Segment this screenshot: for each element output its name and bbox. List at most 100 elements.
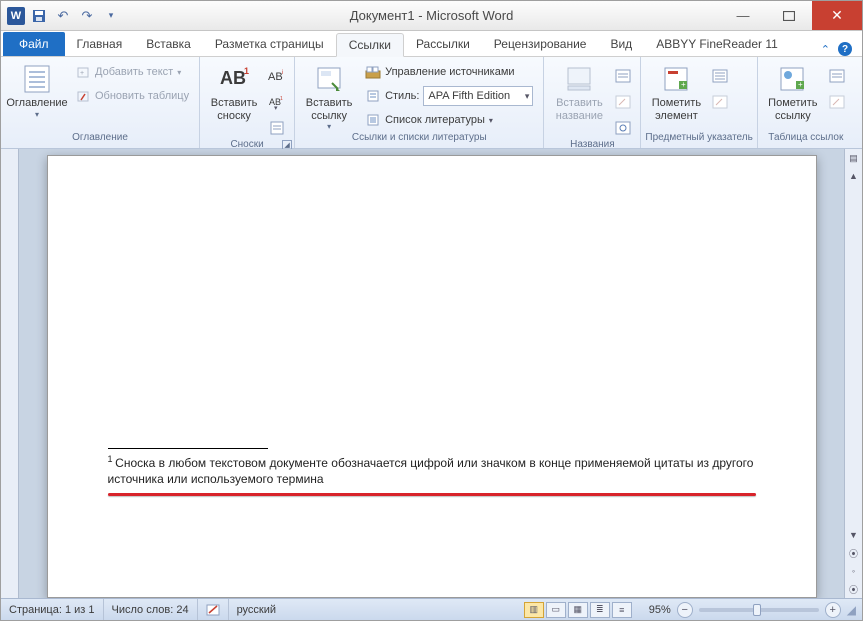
- tab-insert[interactable]: Вставка: [134, 32, 203, 56]
- bibliography-icon: [365, 112, 381, 128]
- svg-text:1: 1: [280, 96, 283, 102]
- insert-index-button[interactable]: [709, 65, 731, 87]
- tab-review[interactable]: Рецензирование: [482, 32, 599, 56]
- close-button[interactable]: ✕: [812, 1, 862, 30]
- insert-caption-button[interactable]: Вставить название: [550, 61, 608, 122]
- tab-view[interactable]: Вид: [598, 32, 644, 56]
- update-table-button[interactable]: Обновить таблицу: [71, 85, 193, 107]
- citation-style-combo[interactable]: APA Fifth Edition: [423, 86, 533, 106]
- undo-icon[interactable]: ↶: [53, 6, 73, 26]
- dropdown-arrow-icon: ▾: [327, 122, 331, 131]
- manage-sources-button[interactable]: Управление источниками: [361, 61, 537, 83]
- ribbon-tabs: Файл Главная Вставка Разметка страницы С…: [1, 31, 862, 57]
- scroll-down-icon[interactable]: ▼: [845, 526, 862, 544]
- ruler-toggle-icon[interactable]: ▤: [845, 149, 862, 167]
- status-word-count[interactable]: Число слов: 24: [104, 599, 198, 620]
- toc-icon: [21, 63, 53, 95]
- view-draft[interactable]: ≡: [612, 602, 632, 618]
- tab-file[interactable]: Файл: [3, 32, 65, 56]
- zoom-slider[interactable]: [699, 608, 819, 612]
- window-buttons: — ✕: [720, 1, 862, 30]
- mark-citation-icon: +: [777, 63, 809, 95]
- add-text-icon: +: [75, 64, 91, 80]
- insert-toa-button[interactable]: [826, 65, 848, 87]
- dropdown-arrow-icon: ▾: [35, 110, 39, 119]
- proofing-icon: [206, 603, 220, 617]
- next-page-icon[interactable]: ⦿: [845, 580, 862, 598]
- cross-reference-button[interactable]: [612, 117, 634, 139]
- update-toa-button[interactable]: [826, 91, 848, 113]
- group-index: + Пометить элемент Предметный указатель: [641, 57, 757, 148]
- tab-mailings[interactable]: Рассылки: [404, 32, 482, 56]
- view-web-layout[interactable]: ▦: [568, 602, 588, 618]
- ribbon: Оглавление ▾ + Добавить текст ▾: [1, 57, 862, 149]
- insert-caption-label: Вставить название: [550, 97, 608, 122]
- group-citations: Вставить ссылку ▾ Управление источниками: [295, 57, 544, 148]
- tab-abbyy[interactable]: ABBYY FineReader 11: [644, 32, 790, 56]
- quick-access-toolbar: ↶ ↷ ▾: [29, 6, 121, 26]
- group-toa: + Пометить ссылку Таблица ссылок: [758, 57, 854, 148]
- view-full-screen[interactable]: ▭: [546, 602, 566, 618]
- zoom-in-button[interactable]: +: [825, 602, 841, 618]
- maximize-button[interactable]: [766, 1, 812, 30]
- toc-button[interactable]: Оглавление ▾: [7, 61, 67, 119]
- citation-icon: [313, 63, 345, 95]
- update-table-figures-button[interactable]: [612, 91, 634, 113]
- status-page[interactable]: Страница: 1 из 1: [1, 599, 104, 620]
- group-captions: Вставить название Названия: [544, 57, 641, 148]
- insert-footnote-button[interactable]: AB1 Вставить сноску: [206, 61, 262, 122]
- insert-endnote-button[interactable]: ABi: [266, 65, 288, 87]
- insert-table-figures-button[interactable]: [612, 65, 634, 87]
- insert-footnote-label: Вставить сноску: [206, 97, 262, 122]
- footnote-marker: 1: [108, 454, 113, 464]
- group-toc-label: Оглавление: [1, 132, 199, 148]
- svg-text:i: i: [282, 70, 283, 76]
- vertical-scrollbar[interactable]: ▤ ▲ ▼ ⦿ ◦ ⦿: [844, 149, 862, 598]
- tab-page-layout[interactable]: Разметка страницы: [203, 32, 336, 56]
- zoom-thumb[interactable]: [753, 604, 761, 616]
- footnote-separator: [108, 448, 268, 449]
- footnote-text[interactable]: 1 Сноска в любом текстовом документе обо…: [108, 453, 756, 487]
- help-icon[interactable]: ?: [838, 42, 852, 56]
- tab-references[interactable]: Ссылки: [336, 33, 404, 57]
- footnote-body: Сноска в любом текстовом документе обозн…: [108, 456, 754, 486]
- view-print-layout[interactable]: ▥: [524, 602, 544, 618]
- prev-page-icon[interactable]: ⦿: [845, 544, 862, 562]
- group-toa-label: Таблица ссылок: [758, 132, 854, 148]
- status-language[interactable]: русский: [229, 599, 284, 620]
- view-outline[interactable]: ≣: [590, 602, 610, 618]
- zoom-out-button[interactable]: −: [677, 602, 693, 618]
- minimize-button[interactable]: —: [720, 1, 766, 30]
- mark-entry-icon: +: [660, 63, 692, 95]
- add-text-button[interactable]: + Добавить текст ▾: [71, 61, 193, 83]
- zoom-level[interactable]: 95%: [643, 604, 677, 616]
- app-window: W ↶ ↷ ▾ Документ1 - Microsoft Word — ✕ Ф…: [0, 0, 863, 621]
- mark-citation-label: Пометить ссылку: [764, 97, 822, 122]
- tab-home[interactable]: Главная: [65, 32, 135, 56]
- mark-citation-button[interactable]: + Пометить ссылку: [764, 61, 822, 122]
- save-icon[interactable]: [29, 6, 49, 26]
- next-footnote-button[interactable]: AB1▾: [266, 91, 288, 113]
- document-page[interactable]: 1 Сноска в любом текстовом документе обо…: [47, 155, 817, 598]
- mark-entry-button[interactable]: + Пометить элемент: [647, 61, 705, 122]
- group-footnotes: AB1 Вставить сноску ABi AB1▾ Сноски◢: [200, 57, 295, 148]
- footnote-icon: AB1: [218, 63, 250, 95]
- insert-citation-label: Вставить ссылку: [301, 97, 357, 122]
- redo-icon[interactable]: ↷: [77, 6, 97, 26]
- group-toc: Оглавление ▾ + Добавить текст ▾: [1, 57, 200, 148]
- insert-citation-button[interactable]: Вставить ссылку ▾: [301, 61, 357, 131]
- manage-sources-icon: [365, 64, 381, 80]
- svg-text:▾: ▾: [274, 105, 278, 110]
- resize-grip-icon[interactable]: ◢: [847, 603, 856, 617]
- browse-object-icon[interactable]: ◦: [845, 562, 862, 580]
- update-index-button[interactable]: [709, 91, 731, 113]
- ribbon-minimize-icon[interactable]: ⌃: [821, 43, 830, 56]
- status-proofing[interactable]: [198, 599, 229, 620]
- show-notes-button[interactable]: [266, 117, 288, 139]
- scroll-up-icon[interactable]: ▲: [845, 167, 862, 185]
- bibliography-button[interactable]: Список литературы ▾: [361, 109, 537, 131]
- toc-label: Оглавление: [6, 97, 67, 110]
- qat-customize-icon[interactable]: ▾: [101, 6, 121, 26]
- update-icon: [75, 88, 91, 104]
- vertical-ruler[interactable]: [1, 149, 19, 598]
